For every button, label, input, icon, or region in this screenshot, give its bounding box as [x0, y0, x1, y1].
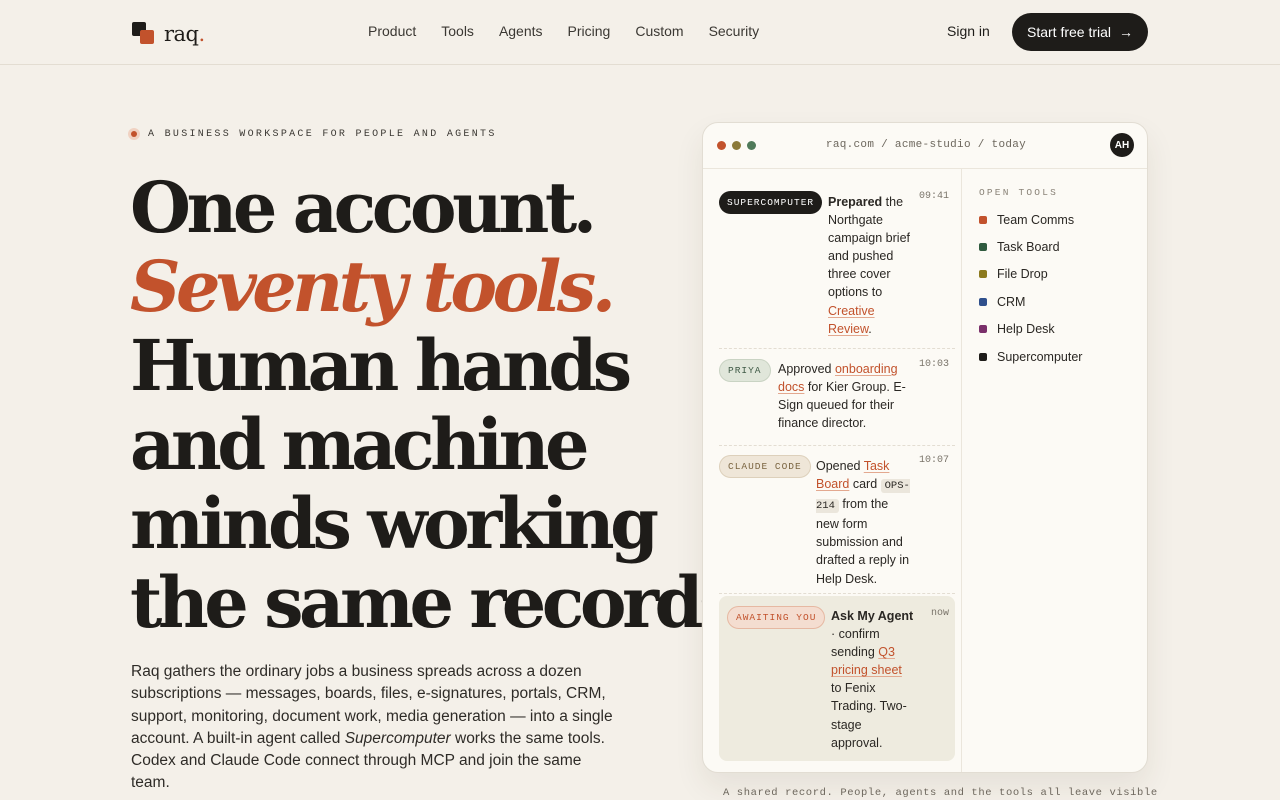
headline-line-3: Human hands: [130, 324, 632, 407]
headline-line-1: One account.: [130, 166, 597, 249]
headline-line-2-accent: Seventy tools.: [130, 245, 616, 328]
dot-icon: [128, 128, 140, 140]
start-trial-button[interactable]: Start free trial →: [1012, 13, 1148, 51]
tool-file-drop[interactable]: File Drop: [979, 267, 1048, 281]
main-nav: Product Tools Agents Pricing Custom Secu…: [368, 23, 759, 39]
actor-tag: PRIYA: [719, 359, 771, 382]
hero-headline: One account. Seventy tools. Human hands …: [130, 166, 758, 644]
hero-lede: Raq gathers the ordinary jobs a business…: [131, 663, 613, 792]
tool-task-board[interactable]: Task Board: [979, 240, 1060, 254]
tool-crm[interactable]: CRM: [979, 295, 1025, 309]
entry-time: 10:03: [918, 359, 949, 370]
feed-entry: SUPERCOMPUTER Prepared the Northgate cam…: [719, 191, 955, 349]
tool-supercomputer[interactable]: Supercomputer: [979, 350, 1082, 364]
open-tools-title: OPEN TOOLS: [979, 187, 1059, 198]
panel-toolbar: raq.com / acme-studio / today AH: [703, 123, 1147, 169]
user-avatar[interactable]: AH: [1110, 133, 1134, 157]
nav-security[interactable]: Security: [709, 23, 760, 39]
tool-color-icon: [979, 298, 987, 306]
tool-color-icon: [979, 353, 987, 361]
open-tools-list: OPEN TOOLS Team Comms Task Board File Dr…: [963, 169, 1147, 772]
start-trial-label: Start free trial: [1026, 24, 1112, 40]
entry-text: Prepared the Northgate campaign brief an…: [828, 195, 910, 336]
nav-custom[interactable]: Custom: [635, 23, 683, 39]
sign-in-link[interactable]: Sign in: [947, 23, 990, 39]
actor-tag: AWAITING YOU: [727, 606, 826, 629]
entry-time: 10:07: [918, 455, 949, 466]
nav-agents[interactable]: Agents: [499, 23, 543, 39]
headline-line-4: and machine: [130, 403, 590, 486]
workspace-address: raq.com / acme-studio / today: [825, 139, 1027, 151]
entry-text: Approved onboarding docs for Kier Group.…: [778, 362, 906, 431]
entry-text: Opened Task Board card OPS-214 from the …: [816, 459, 910, 586]
headline-line-6: the same records.: [130, 561, 758, 644]
nav-tools[interactable]: Tools: [441, 23, 474, 39]
tool-color-icon: [979, 243, 987, 251]
panel-caption: A shared record. People, agents and the …: [723, 787, 1158, 799]
entry-time: 09:41: [918, 191, 949, 202]
tool-help-desk[interactable]: Help Desk: [979, 322, 1055, 336]
hero-eyebrow: A BUSINESS WORKSPACE FOR PEOPLE AND AGEN…: [128, 128, 497, 140]
tool-color-icon: [979, 216, 987, 224]
headline-line-5: minds working: [130, 482, 659, 565]
eyebrow-text: A BUSINESS WORKSPACE FOR PEOPLE AND AGEN…: [148, 128, 497, 140]
workspace-preview-panel: raq.com / acme-studio / today AH SUPERCO…: [702, 122, 1148, 773]
arrow-right-icon: →: [1119, 24, 1134, 40]
activity-feed: SUPERCOMPUTER Prepared the Northgate cam…: [703, 169, 962, 772]
logo-text: raq.: [164, 22, 205, 46]
logo[interactable]: raq.: [132, 20, 205, 46]
feed-entry: PRIYA Approved onboarding docs for Kier …: [719, 359, 955, 446]
tool-color-icon: [979, 270, 987, 278]
entry-time: now: [930, 608, 949, 619]
tool-color-icon: [979, 325, 987, 333]
feed-entry-awaiting: AWAITING YOU Ask My Agent · confirm send…: [719, 596, 955, 761]
nav-product[interactable]: Product: [368, 23, 416, 39]
entry-text: Ask My Agent · confirm sending Q3 pricin…: [831, 609, 914, 750]
actor-tag: SUPERCOMPUTER: [719, 191, 823, 214]
logo-mark-icon: [132, 22, 154, 44]
actor-tag: CLAUDE CODE: [719, 455, 811, 478]
supercomputer-emphasis: Supercomputer: [344, 729, 451, 747]
nav-pricing[interactable]: Pricing: [568, 23, 611, 39]
site-header: raq. Product Tools Agents Pricing Custom…: [0, 0, 1280, 65]
feed-entry: CLAUDE CODE Opened Task Board card OPS-2…: [719, 455, 955, 594]
tool-team-comms[interactable]: Team Comms: [979, 213, 1074, 227]
